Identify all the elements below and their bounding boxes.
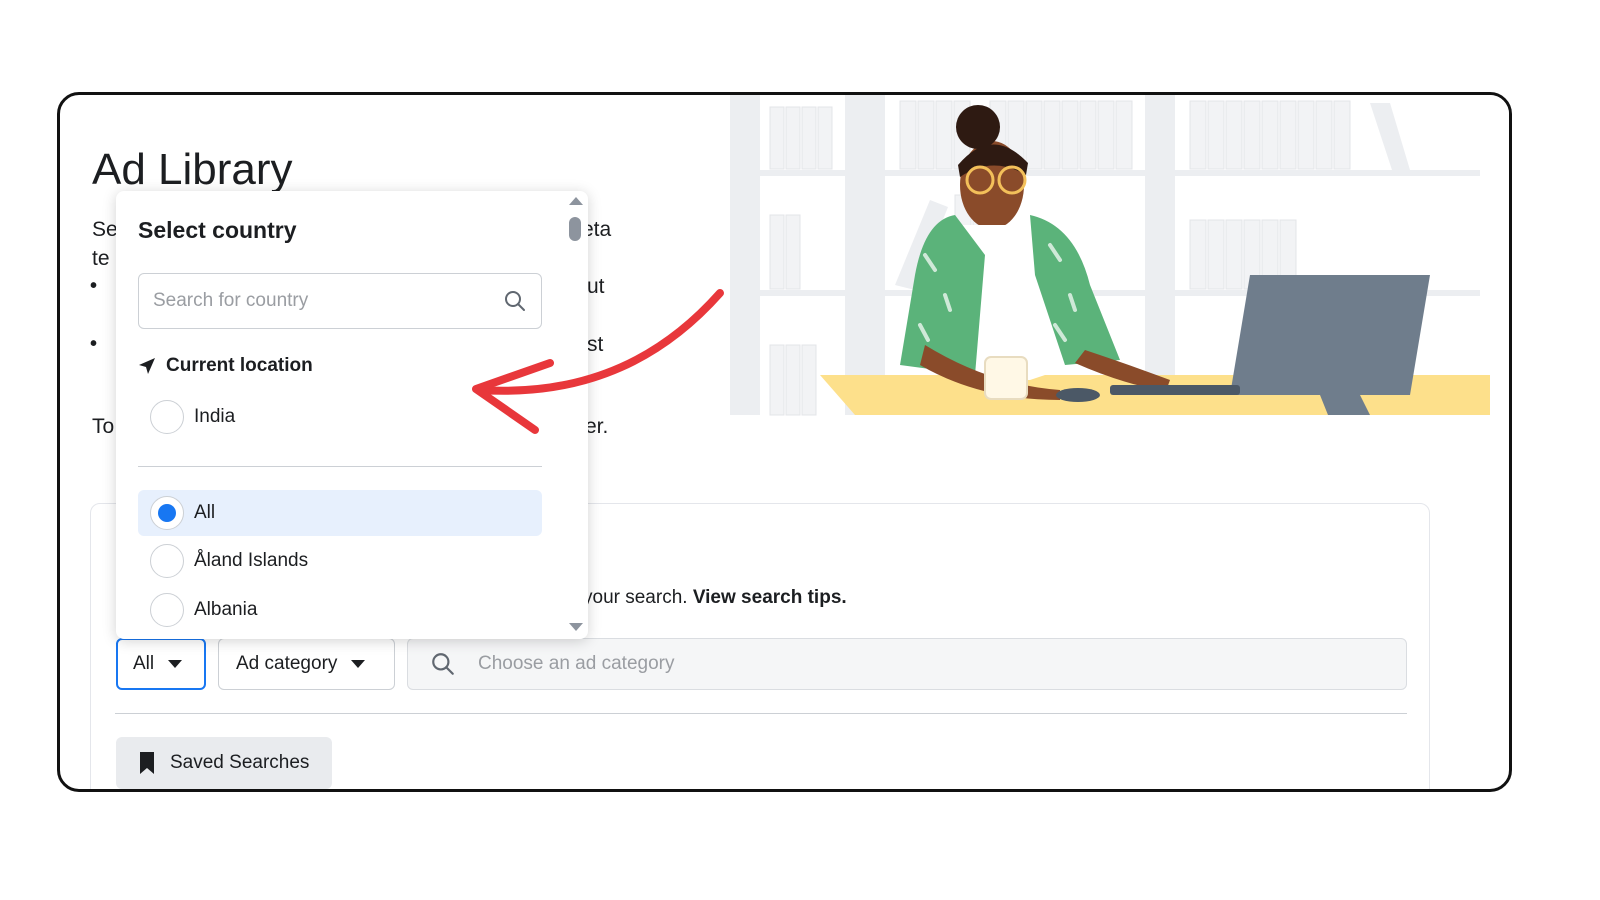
country-option[interactable]: Åland Islands [138, 538, 542, 584]
search-hint-text: your search. [583, 587, 688, 608]
country-option-label: Albania [194, 599, 258, 620]
ad-category-button[interactable]: Ad category [218, 638, 395, 690]
ad-library-illustration [730, 95, 1509, 425]
bullet-marker: • [90, 333, 98, 355]
view-search-tips-link[interactable]: View search tips. [693, 587, 847, 608]
radio-button-selected[interactable] [150, 496, 184, 530]
country-dropdown: Select country Current location India Al… [116, 191, 588, 639]
radio-button[interactable] [150, 400, 184, 434]
scrollbar-thumb[interactable] [569, 217, 581, 241]
scroll-down-arrow[interactable] [569, 623, 583, 631]
country-filter-label: All [133, 653, 155, 674]
screenshot-frame: Ad Library Se eta te • ut • st To er. yo… [57, 92, 1512, 792]
radio-button[interactable] [150, 593, 184, 627]
dropdown-title: Select country [138, 217, 297, 243]
country-option-label: Åland Islands [194, 550, 309, 571]
search-icon [505, 291, 525, 311]
intro-text-fragment: To [92, 415, 115, 438]
page-title: Ad Library [92, 145, 293, 194]
bullet-marker: • [90, 275, 98, 297]
saved-searches-label: Saved Searches [170, 752, 310, 773]
country-option-label: India [194, 406, 236, 427]
search-icon [432, 653, 454, 675]
ad-category-search[interactable] [407, 638, 1407, 690]
current-location-heading: Current location [138, 355, 313, 377]
country-search-box[interactable] [138, 273, 542, 329]
intro-text-fragment: te [92, 247, 110, 270]
caret-down-icon [168, 660, 183, 668]
divider [115, 713, 1407, 714]
intro-text-fragment: Se [92, 218, 118, 241]
intro-text-fragment: er. [585, 415, 609, 438]
country-option[interactable]: Albania [138, 587, 542, 633]
country-filter-button[interactable]: All [116, 638, 206, 690]
current-location-label: Current location [166, 355, 313, 376]
ad-category-label: Ad category [236, 653, 338, 674]
ad-category-search-input[interactable] [478, 639, 1406, 689]
country-option-label: All [194, 502, 216, 523]
caret-down-icon [351, 660, 366, 668]
radio-button[interactable] [150, 544, 184, 578]
saved-searches-button[interactable]: Saved Searches [116, 737, 332, 789]
search-hint: your search. View search tips. [583, 587, 847, 609]
bookmark-icon [140, 752, 154, 774]
dropdown-divider [138, 466, 542, 467]
intro-text-fragment: ut [587, 275, 605, 298]
scroll-up-arrow[interactable] [569, 197, 583, 205]
country-option-all[interactable]: All [138, 490, 542, 536]
location-arrow-icon [139, 358, 155, 374]
country-option-current[interactable]: India [138, 394, 542, 440]
intro-text-fragment: st [587, 333, 604, 356]
country-search-input[interactable] [139, 274, 503, 328]
